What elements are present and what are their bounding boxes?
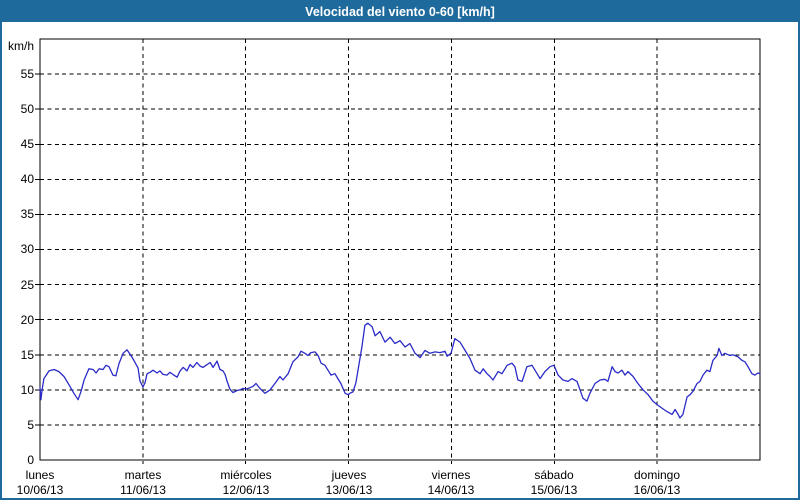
x-day-label: lunes [0, 468, 90, 482]
y-axis-unit-label: km/h [4, 39, 34, 53]
chart-plot [2, 2, 798, 498]
y-tick-label: 15 [4, 348, 34, 362]
y-tick-label: 20 [4, 313, 34, 327]
x-date-label: 12/06/13 [196, 483, 296, 497]
y-tick-label: 25 [4, 278, 34, 292]
x-date-label: 10/06/13 [0, 483, 90, 497]
x-day-label: sábado [504, 468, 604, 482]
chart-stage: Velocidad del viento 0-60 [km/h] km/h 55… [2, 2, 798, 498]
x-day-label: jueves [299, 468, 399, 482]
x-date-label: 14/06/13 [401, 483, 501, 497]
x-date-label: 16/06/13 [607, 483, 707, 497]
x-date-label: 11/06/13 [93, 483, 193, 497]
y-tick-label: 40 [4, 172, 34, 186]
y-tick-label: 45 [4, 137, 34, 151]
x-day-label: miércoles [196, 468, 296, 482]
y-tick-label: 30 [4, 242, 34, 256]
y-tick-label: 5 [4, 418, 34, 432]
chart-window: Velocidad del viento 0-60 [km/h] km/h 55… [0, 0, 800, 500]
x-day-label: viernes [401, 468, 501, 482]
y-tick-label: 10 [4, 383, 34, 397]
plot-border [40, 39, 760, 460]
data-series-line [40, 323, 760, 418]
x-day-label: domingo [607, 468, 707, 482]
y-tick-label: 55 [4, 67, 34, 81]
y-tick-label: 0 [4, 453, 34, 467]
y-tick-label: 35 [4, 207, 34, 221]
y-tick-label: 50 [4, 102, 34, 116]
x-day-label: martes [93, 468, 193, 482]
x-date-label: 15/06/13 [504, 483, 604, 497]
x-date-label: 13/06/13 [299, 483, 399, 497]
